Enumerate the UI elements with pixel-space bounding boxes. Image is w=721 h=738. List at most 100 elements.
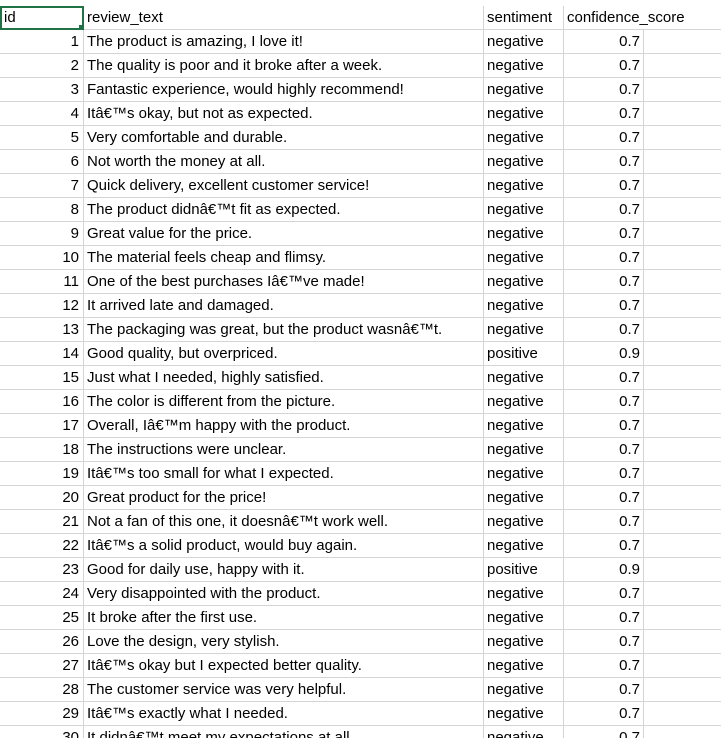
empty-cell[interactable] (644, 6, 721, 30)
empty-cell[interactable] (644, 270, 721, 294)
id-cell[interactable]: 22 (0, 534, 84, 558)
review-text-cell[interactable]: Just what I needed, highly satisfied. (84, 366, 484, 390)
confidence-score-cell[interactable]: 0.7 (564, 654, 644, 678)
id-cell[interactable]: 7 (0, 174, 84, 198)
confidence-score-cell[interactable]: 0.7 (564, 510, 644, 534)
sentiment-cell[interactable]: negative (484, 486, 564, 510)
empty-cell[interactable] (644, 222, 721, 246)
id-cell[interactable]: 13 (0, 318, 84, 342)
empty-cell[interactable] (644, 606, 721, 630)
confidence-score-cell[interactable]: 0.9 (564, 558, 644, 582)
sentiment-cell[interactable]: negative (484, 630, 564, 654)
id-cell[interactable]: 26 (0, 630, 84, 654)
id-cell[interactable]: 15 (0, 366, 84, 390)
empty-cell[interactable] (644, 246, 721, 270)
confidence-score-cell[interactable]: 0.7 (564, 702, 644, 726)
id-cell[interactable]: 11 (0, 270, 84, 294)
review-text-cell[interactable]: Not a fan of this one, it doesnâ€™t work… (84, 510, 484, 534)
confidence-score-cell[interactable]: 0.7 (564, 30, 644, 54)
review-text-cell[interactable]: Quick delivery, excellent customer servi… (84, 174, 484, 198)
id-cell[interactable]: 16 (0, 390, 84, 414)
empty-cell[interactable] (644, 30, 721, 54)
sentiment-cell[interactable]: negative (484, 294, 564, 318)
empty-cell[interactable] (644, 318, 721, 342)
review-text-cell[interactable]: The instructions were unclear. (84, 438, 484, 462)
confidence-score-cell[interactable]: 0.7 (564, 78, 644, 102)
sentiment-cell[interactable]: negative (484, 78, 564, 102)
id-cell[interactable]: 10 (0, 246, 84, 270)
header-cell-review-text[interactable]: review_text (84, 6, 484, 30)
empty-cell[interactable] (644, 726, 721, 738)
header-cell-id[interactable]: id (0, 6, 84, 30)
empty-cell[interactable] (644, 102, 721, 126)
confidence-score-cell[interactable]: 0.7 (564, 366, 644, 390)
sentiment-cell[interactable]: negative (484, 534, 564, 558)
sentiment-cell[interactable]: negative (484, 150, 564, 174)
review-text-cell[interactable]: Itâ€™s okay but I expected better qualit… (84, 654, 484, 678)
empty-cell[interactable] (644, 198, 721, 222)
sentiment-cell[interactable]: negative (484, 318, 564, 342)
id-cell[interactable]: 23 (0, 558, 84, 582)
sentiment-cell[interactable]: negative (484, 30, 564, 54)
review-text-cell[interactable]: It broke after the first use. (84, 606, 484, 630)
confidence-score-cell[interactable]: 0.7 (564, 438, 644, 462)
empty-cell[interactable] (644, 390, 721, 414)
id-cell[interactable]: 18 (0, 438, 84, 462)
review-text-cell[interactable]: Very comfortable and durable. (84, 126, 484, 150)
sentiment-cell[interactable]: negative (484, 462, 564, 486)
sentiment-cell[interactable]: negative (484, 270, 564, 294)
empty-cell[interactable] (644, 510, 721, 534)
empty-cell[interactable] (644, 462, 721, 486)
review-text-cell[interactable]: It didnâ€™t meet my expectations at all. (84, 726, 484, 738)
review-text-cell[interactable]: The color is different from the picture. (84, 390, 484, 414)
id-cell[interactable]: 5 (0, 126, 84, 150)
empty-cell[interactable] (644, 582, 721, 606)
review-text-cell[interactable]: The product didnâ€™t fit as expected. (84, 198, 484, 222)
id-cell[interactable]: 21 (0, 510, 84, 534)
review-text-cell[interactable]: The packaging was great, but the product… (84, 318, 484, 342)
sentiment-cell[interactable]: negative (484, 414, 564, 438)
empty-cell[interactable] (644, 678, 721, 702)
id-cell[interactable]: 29 (0, 702, 84, 726)
id-cell[interactable]: 28 (0, 678, 84, 702)
review-text-cell[interactable]: Not worth the money at all. (84, 150, 484, 174)
empty-cell[interactable] (644, 414, 721, 438)
sentiment-cell[interactable]: negative (484, 126, 564, 150)
sentiment-cell[interactable]: negative (484, 702, 564, 726)
sentiment-cell[interactable]: negative (484, 102, 564, 126)
id-cell[interactable]: 9 (0, 222, 84, 246)
empty-cell[interactable] (644, 150, 721, 174)
review-text-cell[interactable]: The product is amazing, I love it! (84, 30, 484, 54)
empty-cell[interactable] (644, 126, 721, 150)
sentiment-cell[interactable]: negative (484, 726, 564, 738)
review-text-cell[interactable]: Good quality, but overpriced. (84, 342, 484, 366)
id-cell[interactable]: 6 (0, 150, 84, 174)
confidence-score-cell[interactable]: 0.7 (564, 678, 644, 702)
empty-cell[interactable] (644, 54, 721, 78)
review-text-cell[interactable]: The customer service was very helpful. (84, 678, 484, 702)
sentiment-cell[interactable]: positive (484, 558, 564, 582)
sentiment-cell[interactable]: negative (484, 366, 564, 390)
confidence-score-cell[interactable]: 0.7 (564, 534, 644, 558)
id-cell[interactable]: 17 (0, 414, 84, 438)
confidence-score-cell[interactable]: 0.7 (564, 582, 644, 606)
review-text-cell[interactable]: Overall, Iâ€™m happy with the product. (84, 414, 484, 438)
confidence-score-cell[interactable]: 0.7 (564, 630, 644, 654)
confidence-score-cell[interactable]: 0.7 (564, 54, 644, 78)
empty-cell[interactable] (644, 438, 721, 462)
confidence-score-cell[interactable]: 0.7 (564, 102, 644, 126)
sentiment-cell[interactable]: negative (484, 54, 564, 78)
review-text-cell[interactable]: Great product for the price! (84, 486, 484, 510)
review-text-cell[interactable]: The material feels cheap and flimsy. (84, 246, 484, 270)
review-text-cell[interactable]: Itâ€™s exactly what I needed. (84, 702, 484, 726)
id-cell[interactable]: 4 (0, 102, 84, 126)
empty-cell[interactable] (644, 366, 721, 390)
review-text-cell[interactable]: Love the design, very stylish. (84, 630, 484, 654)
sentiment-cell[interactable]: negative (484, 222, 564, 246)
confidence-score-cell[interactable]: 0.9 (564, 342, 644, 366)
id-cell[interactable]: 8 (0, 198, 84, 222)
confidence-score-cell[interactable]: 0.7 (564, 726, 644, 738)
sentiment-cell[interactable]: negative (484, 390, 564, 414)
review-text-cell[interactable]: One of the best purchases Iâ€™ve made! (84, 270, 484, 294)
id-cell[interactable]: 12 (0, 294, 84, 318)
